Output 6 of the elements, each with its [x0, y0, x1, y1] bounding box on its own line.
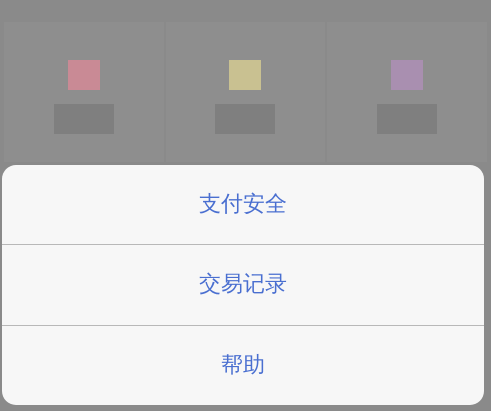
sheet-option[interactable]: 帮助 — [2, 326, 484, 405]
sheet-option[interactable]: 交易记录 — [2, 245, 484, 325]
service-tile[interactable] — [166, 22, 326, 162]
sheet-option[interactable]: 支付安全 — [2, 165, 484, 244]
service-tile[interactable] — [4, 22, 164, 162]
service-tile[interactable] — [327, 22, 487, 162]
